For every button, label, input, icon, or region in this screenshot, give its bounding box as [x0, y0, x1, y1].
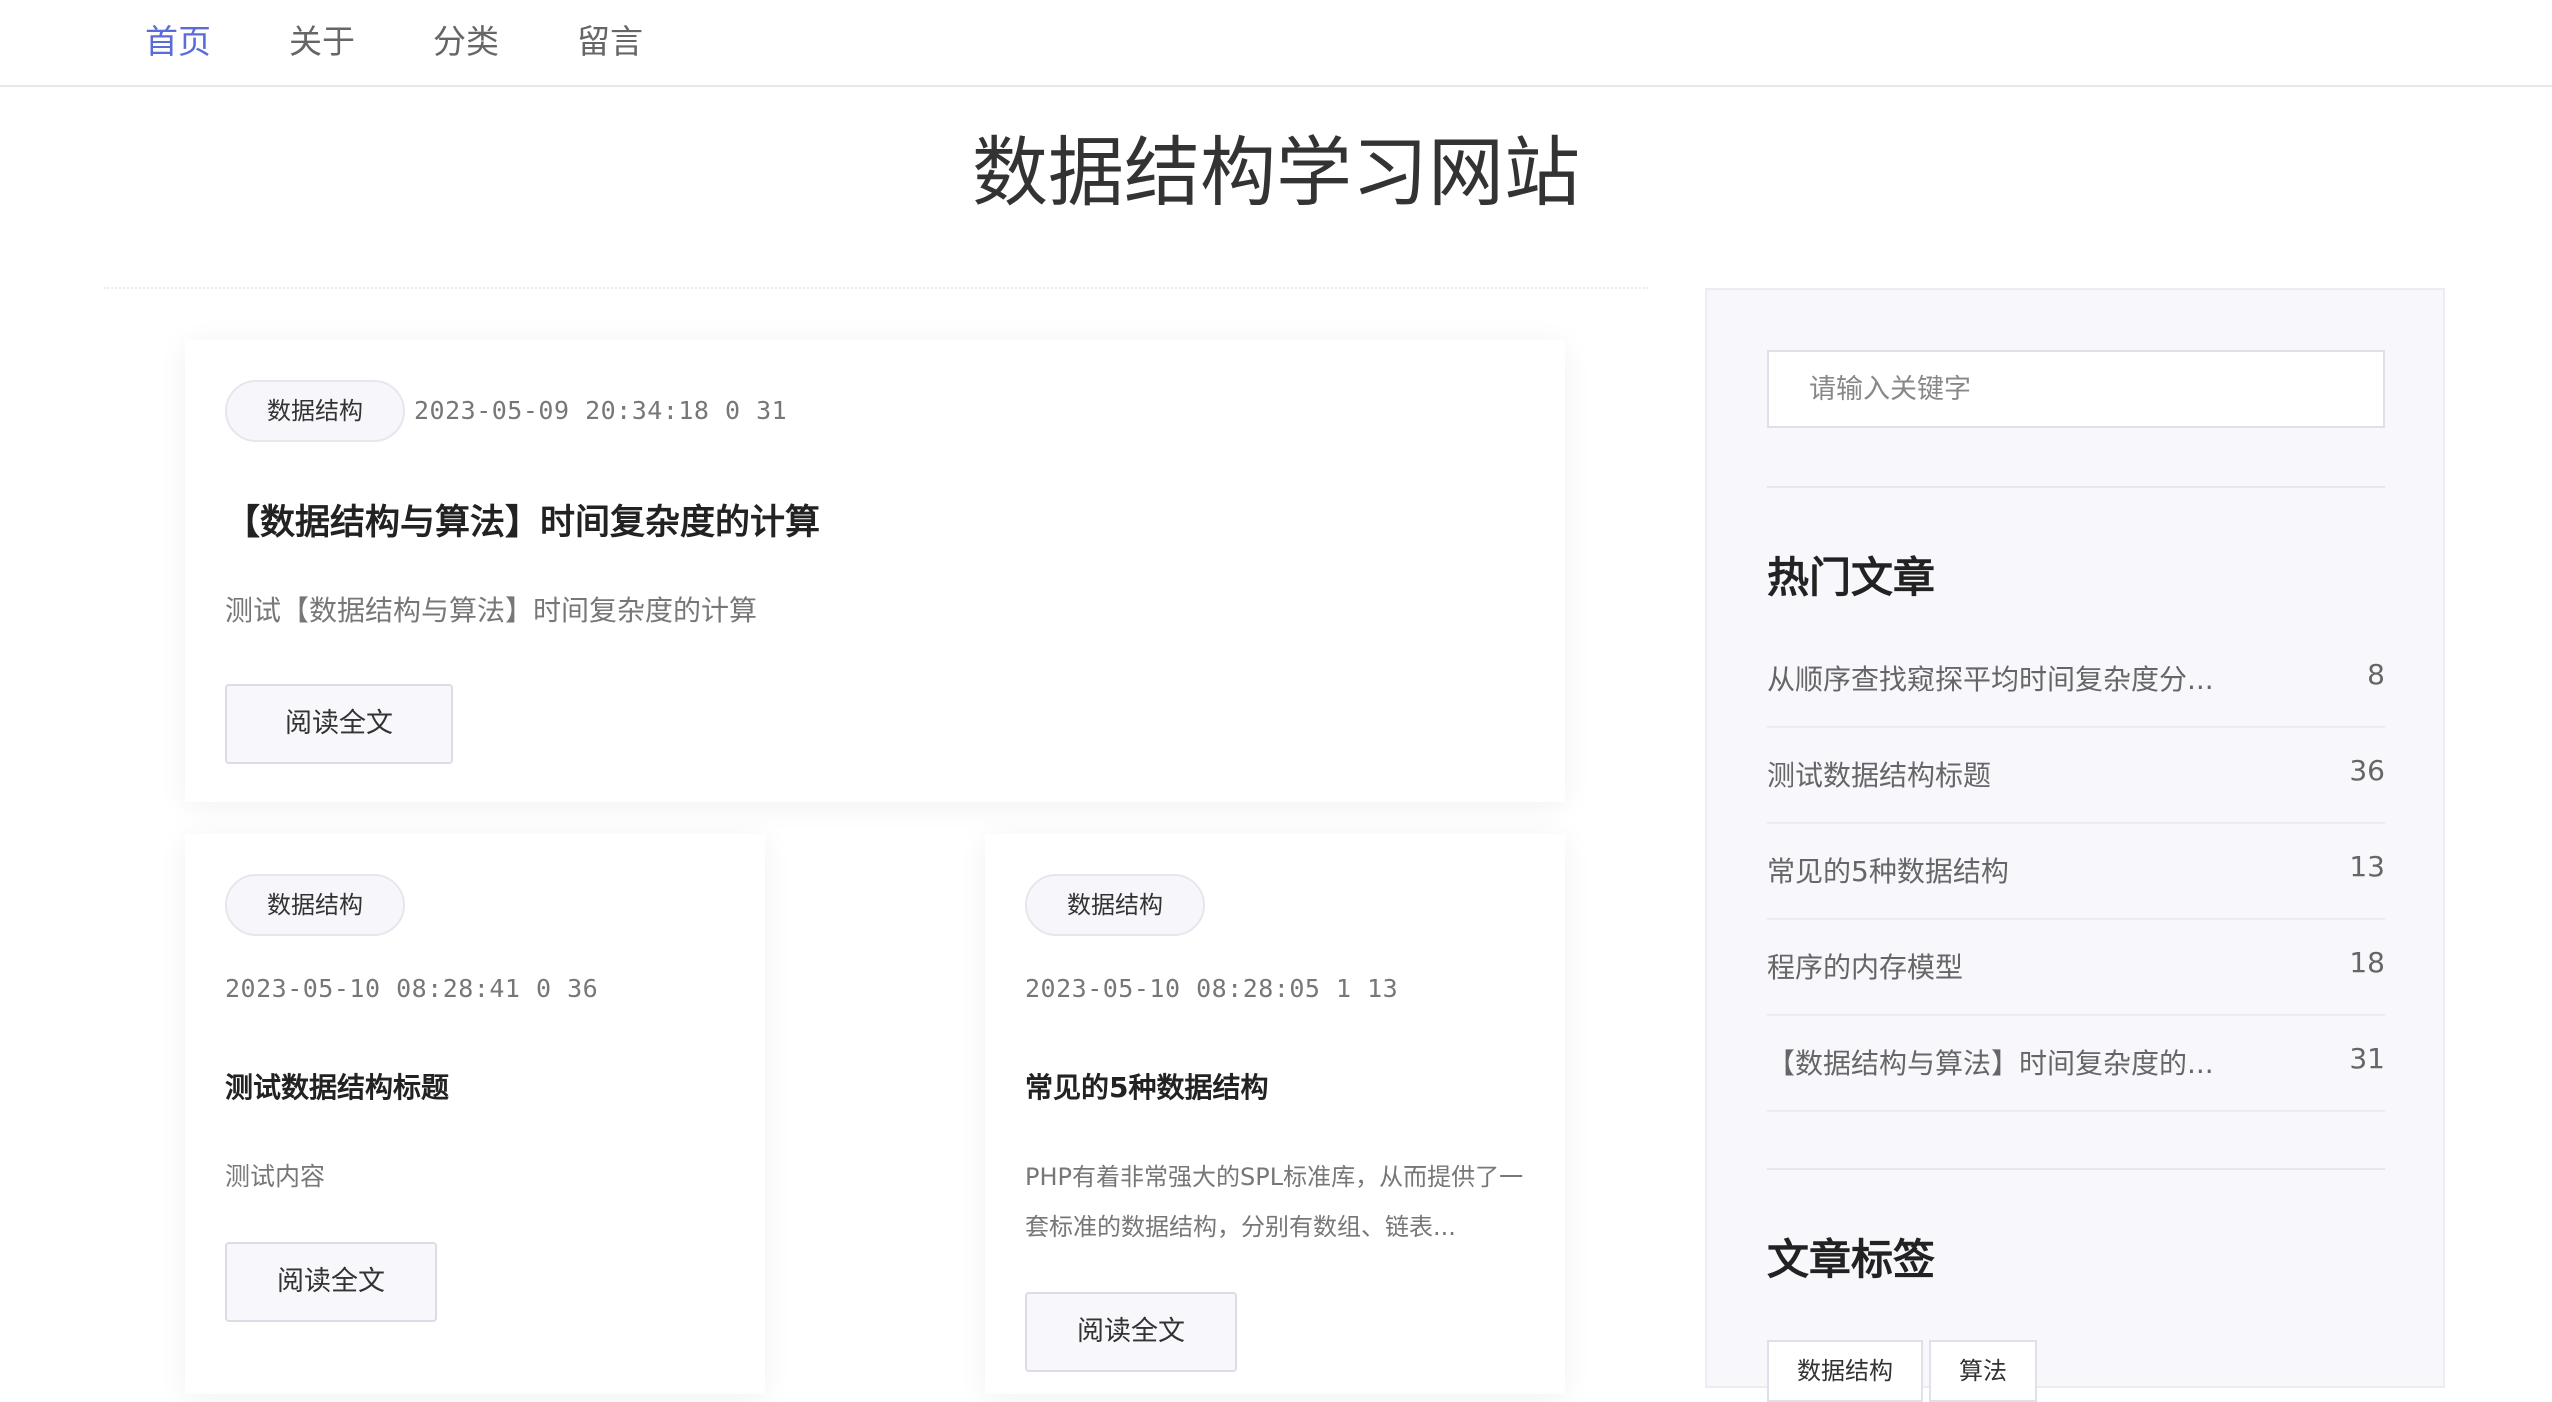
- article-desc: 测试【数据结构与算法】时间复杂度的计算: [225, 594, 758, 627]
- article-title[interactable]: 常见的5种数据结构: [1025, 1066, 1268, 1110]
- sidebar-divider: [1767, 1168, 2385, 1170]
- nav-item-home[interactable]: 首页: [145, 18, 211, 66]
- read-more-button[interactable]: 阅读全文: [1025, 1292, 1237, 1372]
- hot-articles-heading: 热门文章: [1767, 553, 1936, 602]
- hot-article-item[interactable]: 【数据结构与算法】时间复杂度的... 31: [1767, 1016, 2385, 1112]
- hot-article-count: 36: [2349, 754, 2385, 787]
- article-tag[interactable]: 数据结构: [225, 380, 405, 442]
- article-card: 数据结构 2023-05-10 08:28:41 0 36 测试数据结构标题 测…: [185, 834, 765, 1394]
- tags-heading: 文章标签: [1767, 1235, 1936, 1284]
- hot-article-count: 13: [2349, 850, 2385, 883]
- nav-item-categories[interactable]: 分类: [433, 18, 499, 66]
- hot-article-item[interactable]: 从顺序查找窥探平均时间复杂度分... 8: [1767, 632, 2385, 728]
- hot-article-title: 常见的5种数据结构: [1767, 855, 2009, 888]
- content-divider: [104, 287, 1648, 289]
- article-meta: 2023-05-09 20:34:18 0 31: [414, 396, 788, 425]
- article-title[interactable]: 测试数据结构标题: [225, 1066, 449, 1110]
- sidebar-divider: [1767, 486, 2385, 488]
- read-more-button[interactable]: 阅读全文: [225, 1242, 437, 1322]
- hot-article-item[interactable]: 程序的内存模型 18: [1767, 920, 2385, 1016]
- hot-article-title: 【数据结构与算法】时间复杂度的...: [1767, 1047, 2214, 1080]
- sidebar: 热门文章 从顺序查找窥探平均时间复杂度分... 8 测试数据结构标题 36 常见…: [1705, 288, 2445, 1402]
- hot-article-count: 31: [2349, 1042, 2385, 1075]
- article-card-featured: 数据结构 2023-05-09 20:34:18 0 31 【数据结构与算法】时…: [185, 340, 1565, 802]
- hot-article-title: 程序的内存模型: [1767, 951, 1964, 984]
- nav-item-about[interactable]: 关于: [289, 18, 355, 66]
- article-card: 数据结构 2023-05-10 08:28:05 1 13 常见的5种数据结构 …: [985, 834, 1565, 1394]
- top-nav: 首页 关于 分类 留言: [0, 0, 2552, 87]
- hot-article-count: 8: [2367, 658, 2385, 691]
- article-meta: 2023-05-10 08:28:41 0 36: [225, 974, 599, 1003]
- article-meta: 2023-05-10 08:28:05 1 13: [1025, 974, 1399, 1003]
- article-tag[interactable]: 数据结构: [225, 874, 405, 936]
- read-more-button[interactable]: 阅读全文: [225, 684, 453, 764]
- hot-article-item[interactable]: 常见的5种数据结构 13: [1767, 824, 2385, 920]
- hot-article-title: 测试数据结构标题: [1767, 759, 1992, 792]
- nav-item-guestbook[interactable]: 留言: [577, 18, 643, 66]
- search-input[interactable]: [1767, 350, 2385, 428]
- hot-article-item[interactable]: 测试数据结构标题 36: [1767, 728, 2385, 824]
- article-desc: PHP有着非常强大的SPL标准库，从而提供了一套标准的数据结构，分别有数组、链表…: [1025, 1163, 1524, 1241]
- hot-article-count: 18: [2349, 946, 2385, 979]
- article-title[interactable]: 【数据结构与算法】时间复杂度的计算: [225, 498, 820, 548]
- article-desc: 测试内容: [225, 1162, 326, 1191]
- article-tag[interactable]: 数据结构: [1025, 874, 1205, 936]
- sidebar-tag[interactable]: 数据结构: [1767, 1340, 1923, 1402]
- sidebar-tag[interactable]: 算法: [1929, 1340, 2037, 1402]
- site-title: 数据结构学习网站: [972, 128, 1580, 217]
- hot-article-title: 从顺序查找窥探平均时间复杂度分...: [1767, 663, 2214, 696]
